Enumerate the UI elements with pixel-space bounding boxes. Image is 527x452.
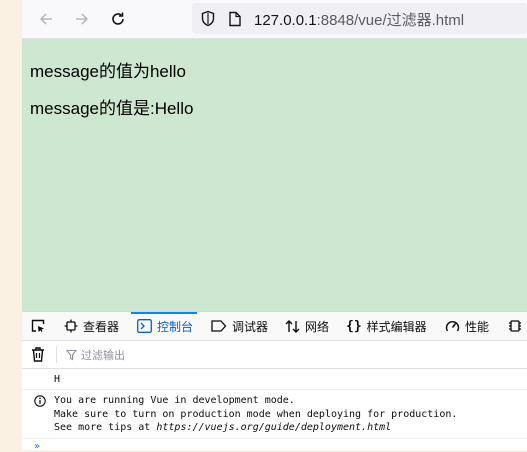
performance-icon — [445, 319, 460, 333]
console-info-row: You are running Vue in development mode.… — [22, 390, 527, 439]
devtools-panel: 查看器 控制台 调试器 网络 {} 样式编辑器 性能 过滤输出 H You ar… — [22, 311, 527, 452]
forward-button[interactable] — [72, 9, 92, 29]
console-icon — [137, 319, 152, 333]
deployment-guide-link[interactable]: https://vuejs.org/guide/deployment.html — [156, 422, 391, 433]
debugger-icon — [211, 320, 227, 332]
back-arrow-icon — [39, 13, 52, 25]
message-line-2: message的值是:Hello — [30, 99, 194, 118]
element-picker-icon — [31, 319, 45, 332]
shield-icon[interactable] — [200, 10, 216, 27]
devtools-tabbar: 查看器 控制台 调试器 网络 {} 样式编辑器 性能 — [22, 312, 527, 341]
console-input-prompt[interactable]: » — [34, 441, 40, 452]
address-bar[interactable]: 127.0.0.1:8848/vue/过滤器.html — [192, 3, 527, 34]
toolbar-divider — [56, 346, 57, 363]
tab-performance[interactable]: 性能 — [445, 312, 489, 340]
info-message: You are running Vue in development mode.… — [54, 395, 458, 433]
message-line-1: message的值为hello — [30, 62, 186, 81]
tab-style-editor[interactable]: {} 样式编辑器 — [346, 312, 427, 340]
console-log-row: H — [22, 369, 527, 390]
tab-console[interactable]: 控制台 — [130, 312, 198, 340]
url-text: 127.0.0.1:8848/vue/过滤器.html — [254, 12, 465, 29]
tab-debugger[interactable]: 调试器 — [211, 312, 268, 340]
network-icon — [285, 319, 300, 334]
page-icon — [229, 11, 241, 27]
info-icon — [34, 395, 46, 407]
tab-memory-partial[interactable] — [508, 312, 527, 340]
tab-network[interactable]: 网络 — [285, 312, 329, 340]
filter-output-input[interactable]: 过滤输出 — [66, 347, 125, 363]
window-edge — [0, 0, 22, 449]
memory-icon — [508, 319, 522, 333]
page-content: message的值为hello message的值是:Hello — [22, 39, 527, 311]
element-picker-button[interactable] — [30, 312, 46, 340]
forward-arrow-icon — [76, 13, 89, 25]
browser-toolbar: 127.0.0.1:8848/vue/过滤器.html — [22, 0, 527, 39]
style-editor-icon: {} — [346, 318, 362, 334]
reload-button[interactable] — [108, 9, 128, 29]
trash-icon[interactable] — [30, 346, 46, 363]
back-button[interactable] — [36, 9, 56, 29]
filter-icon — [66, 349, 77, 361]
console-filter-bar: 过滤输出 — [22, 341, 527, 369]
inspector-icon — [64, 319, 78, 333]
tab-inspector[interactable]: 查看器 — [64, 312, 119, 340]
reload-icon — [112, 12, 124, 25]
